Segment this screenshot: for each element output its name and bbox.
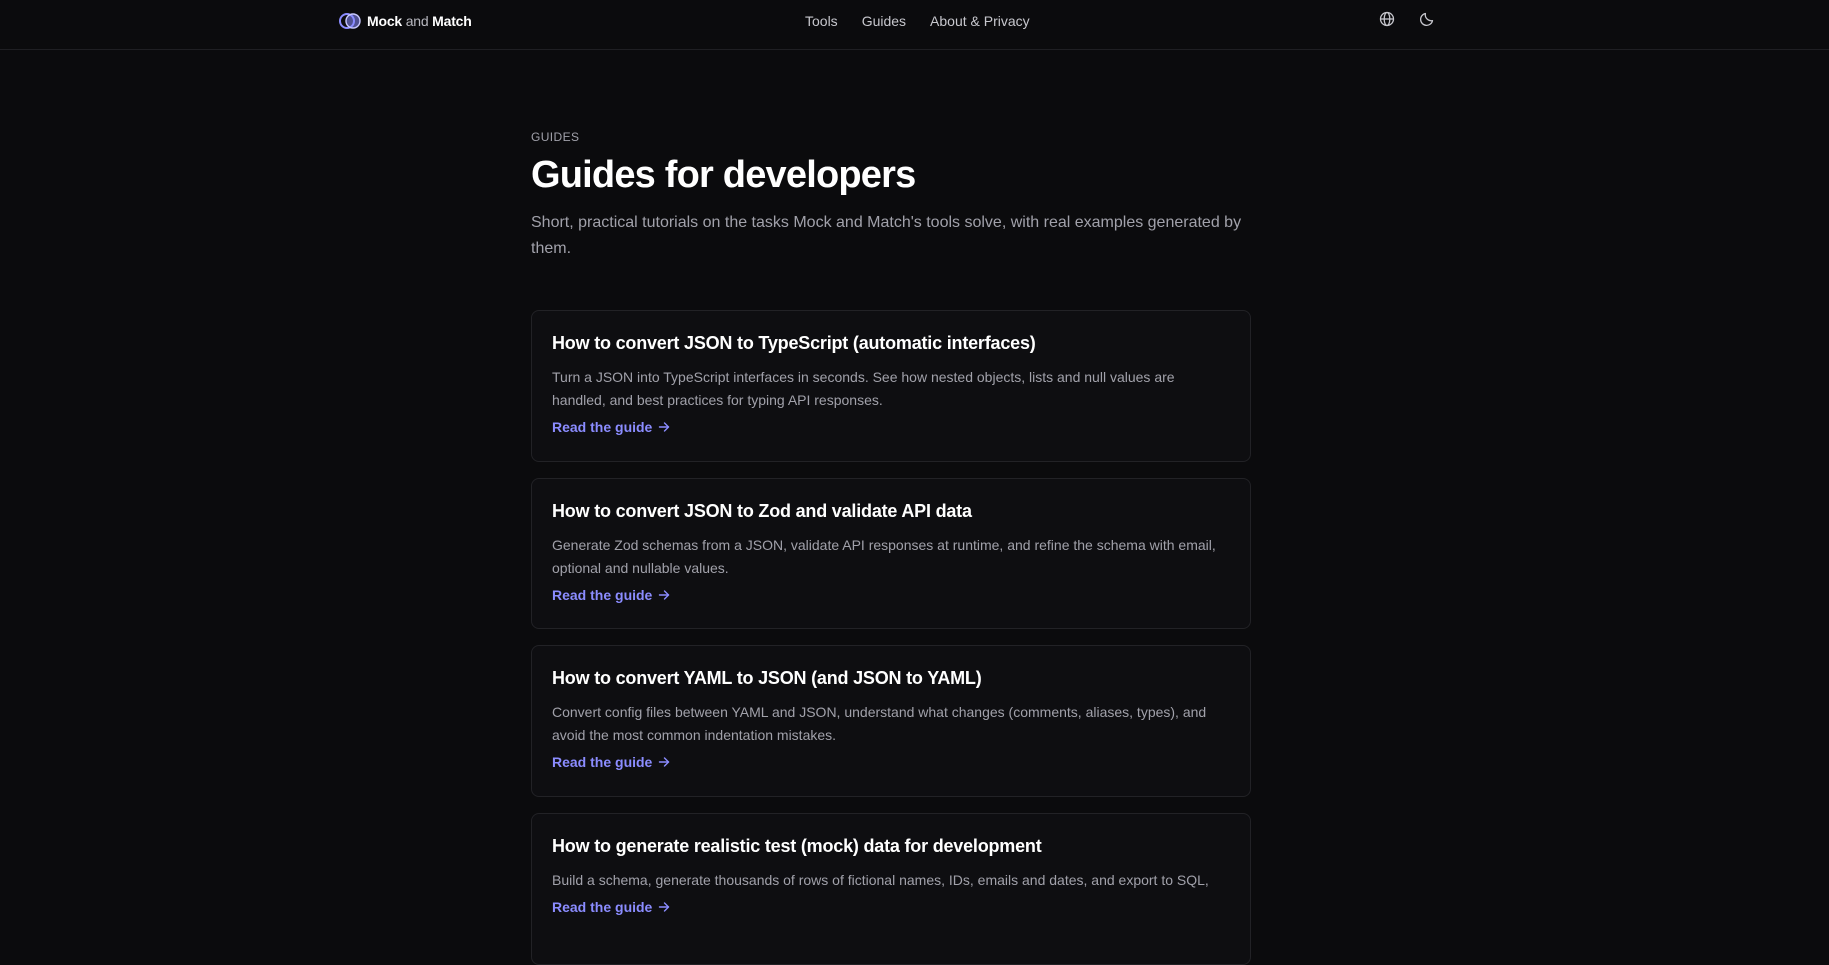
read-guide-label: Read the guide <box>552 899 653 915</box>
nav-link-about-privacy[interactable]: About & Privacy <box>930 13 1030 29</box>
read-guide-link[interactable]: Read the guide <box>552 419 670 435</box>
arrow-right-icon <box>658 589 670 601</box>
nav-link-tools[interactable]: Tools <box>805 13 838 29</box>
guide-title[interactable]: How to generate realistic test (mock) da… <box>552 836 1230 857</box>
read-guide-label: Read the guide <box>552 587 653 603</box>
guide-card: How to convert JSON to TypeScript (autom… <box>531 310 1251 462</box>
brand-name-and: and <box>405 13 429 29</box>
guide-description: Turn a JSON into TypeScript interfaces i… <box>552 369 1175 408</box>
brand-logo-link[interactable]: Mock and Match <box>339 13 472 29</box>
guide-card: How to generate realistic test (mock) da… <box>531 813 1251 965</box>
guide-card: How to convert JSON to Zod and validate … <box>531 478 1251 629</box>
page-title: Guides for developers <box>531 154 916 196</box>
main-nav: Tools Guides About & Privacy <box>805 13 1030 29</box>
guide-title[interactable]: How to convert JSON to TypeScript (autom… <box>552 333 1230 354</box>
brand-name-mock: Mock <box>367 13 402 29</box>
language-button[interactable] <box>1377 11 1397 31</box>
guide-description: Convert config files between YAML and JS… <box>552 704 1207 743</box>
nav-link-guides[interactable]: Guides <box>862 13 906 29</box>
moon-icon <box>1419 11 1435 32</box>
read-guide-link[interactable]: Read the guide <box>552 899 670 915</box>
read-guide-link[interactable]: Read the guide <box>552 754 670 770</box>
arrow-right-icon <box>658 421 670 433</box>
read-guide-label: Read the guide <box>552 754 653 770</box>
logo-icon <box>339 13 361 29</box>
top-navigation-bar: Mock and Match Tools Guides About & Priv… <box>0 0 1829 50</box>
read-guide-link[interactable]: Read the guide <box>552 587 670 603</box>
section-eyebrow: GUIDES <box>531 130 580 144</box>
page-subtitle: Short, practical tutorials on the tasks … <box>531 214 1242 257</box>
globe-icon <box>1379 11 1395 32</box>
brand-name-match: Match <box>432 13 472 29</box>
arrow-right-icon <box>658 901 670 913</box>
guide-title[interactable]: How to convert YAML to JSON (and JSON to… <box>552 668 1230 689</box>
guide-description: Generate Zod schemas from a JSON, valida… <box>552 537 1216 576</box>
guide-title[interactable]: How to convert JSON to Zod and validate … <box>552 501 1230 522</box>
theme-toggle-button[interactable] <box>1417 11 1437 31</box>
read-guide-label: Read the guide <box>552 419 653 435</box>
guide-card: How to convert YAML to JSON (and JSON to… <box>531 645 1251 797</box>
arrow-right-icon <box>658 756 670 768</box>
